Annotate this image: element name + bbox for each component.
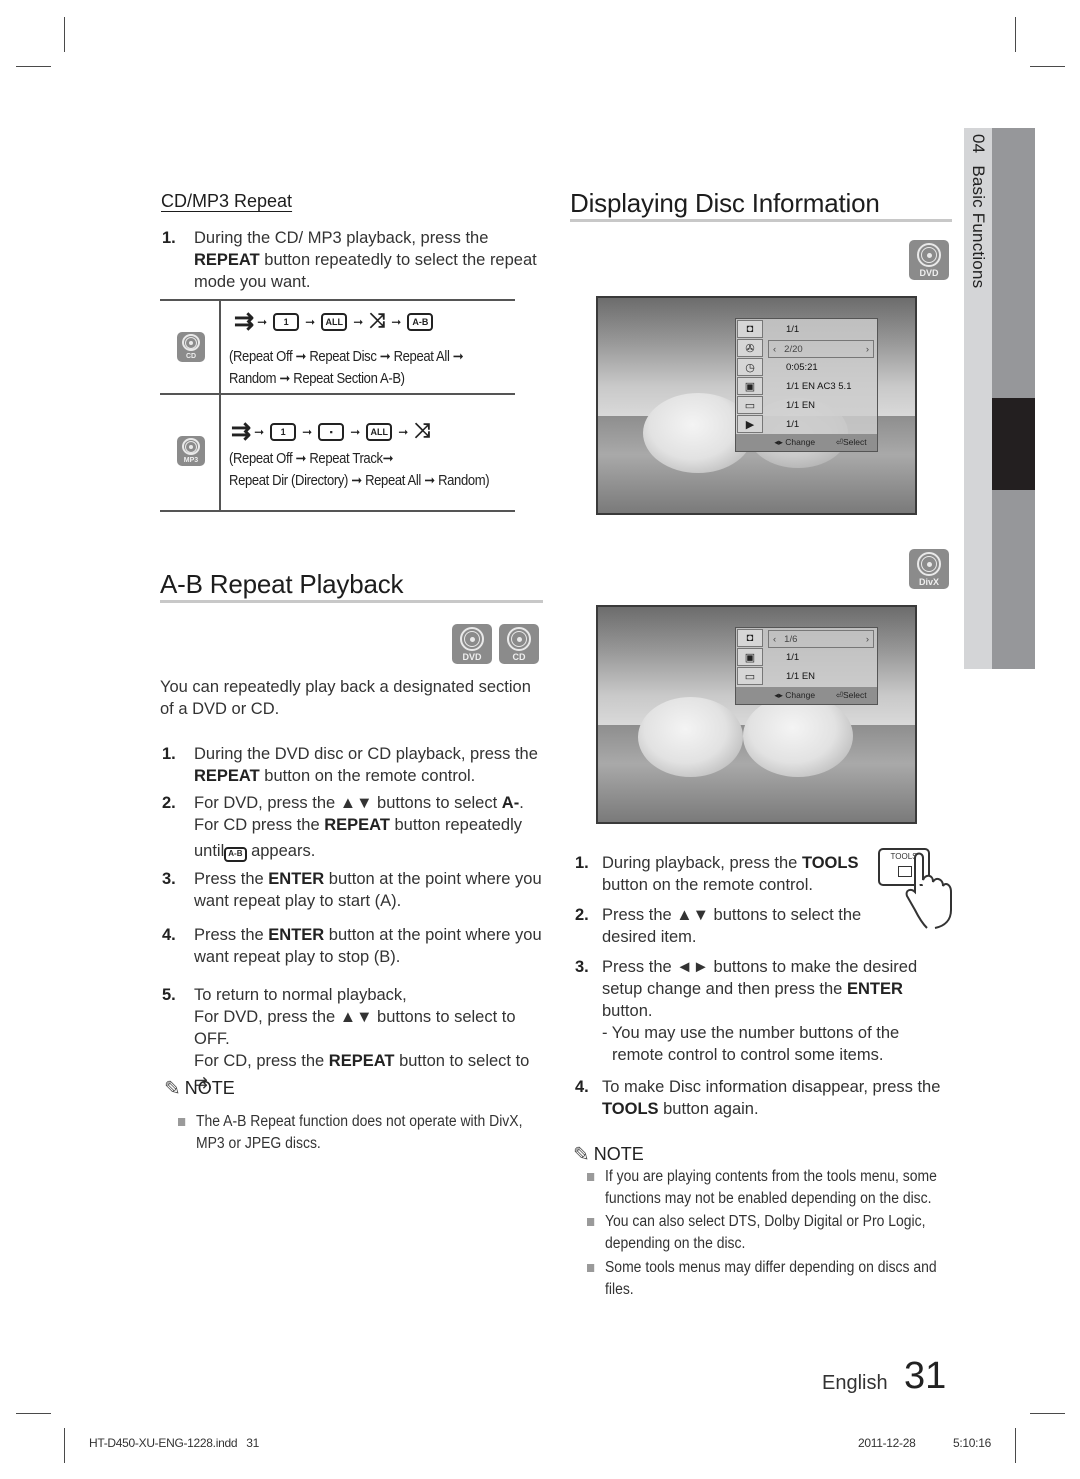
puppy-image [743, 695, 853, 777]
cd-mp3-repeat-title: CD/MP3 Repeat [161, 191, 293, 211]
repeat-all-icon: ALL [366, 422, 393, 441]
repeat-ab-icon: A-B [407, 312, 434, 331]
dvd-disc-icon: DVD [452, 624, 492, 664]
repeat-ab-icon: A-B [224, 846, 247, 862]
dvd-disc-icon: DVD [909, 240, 949, 280]
cd-disc-icon: CD [499, 624, 539, 664]
ab-step-3: 3. Press the ENTER button at the point w… [162, 870, 542, 910]
cd-mp3-step-1: 1. During the CD/ MP3 playback, press th… [162, 229, 537, 291]
crop-mark [1015, 17, 1016, 52]
ab-repeat-title: A-B Repeat Playback [160, 569, 404, 599]
info-step-3: 3. Press the ◄► buttons to make the desi… [575, 958, 918, 1064]
info-note-heading: ✎ NOTE [573, 1144, 644, 1166]
dvd-info-screenshot: ◘ ✇ ◷ ▣ ▭ ▶ 1/1 ‹ 2/20 › 0:05:21 1/1 EN AC… [596, 296, 917, 515]
cd-disc-icon: CD [177, 332, 205, 362]
mp3-mode-description: (Repeat Off ➞ Repeat Track➞ Repeat Dir (… [229, 451, 490, 489]
dvd-info-osd: ◘ ✇ ◷ ▣ ▭ ▶ 1/1 ‹ 2/20 › 0:05:21 1/1 EN AC… [735, 318, 878, 452]
footer-language: English [822, 1372, 888, 1394]
crop-mark [1015, 1428, 1016, 1463]
random-icon: ⤨ [369, 310, 386, 332]
subtitle-icon: ▭ [737, 396, 763, 414]
crop-mark [1030, 66, 1065, 67]
divx-disc-icon: DivX [909, 549, 949, 589]
angle-icon: ▶ [737, 415, 763, 433]
osd-footer: ◂▸ Change ⏎Select [736, 434, 877, 451]
chapter-icon: ✇ [737, 339, 763, 357]
title-icon: ◘ [737, 629, 763, 647]
repeat-all-icon: ALL [321, 312, 348, 331]
title-rule [160, 600, 543, 603]
osd-row-audio[interactable]: 1/1 [770, 649, 799, 667]
osd-row-time[interactable]: 0:05:21 [770, 359, 818, 377]
ab-note-item: The A-B Repeat function does not operate… [178, 1111, 534, 1155]
hand-pointer-icon [905, 852, 952, 929]
repeat-off-icon: ⇉ [234, 307, 254, 335]
cd-repeat-sequence: ⇉ ➞ 1 ➞ ALL ➞ ⤨ ➞ A-B [234, 307, 434, 335]
chapter-label: 04 Basic Functions [968, 134, 988, 288]
ab-repeat-intro: You can repeatedly play back a designate… [160, 678, 531, 718]
ab-step-2: 2. For DVD, press the ▲▼ buttons to sele… [162, 794, 524, 862]
info-step-4: 4. To make Disc information disappear, p… [575, 1078, 941, 1118]
osd-row-title[interactable]: ‹ 1/6 › [768, 630, 874, 648]
disc-info-title: Displaying Disc Information [570, 188, 880, 218]
repeat-one-icon: 1 [273, 312, 300, 331]
enter-icon: ⏎ [835, 690, 843, 700]
time-icon: ◷ [737, 358, 763, 376]
crop-mark [16, 1413, 51, 1414]
info-step-1: 1. During playback, press the TOOLS butt… [575, 854, 859, 894]
chapter-tab-marker [992, 398, 1035, 490]
osd-row-angle[interactable]: 1/1 [770, 416, 799, 434]
osd-row-audio[interactable]: 1/1 EN AC3 5.1 [770, 378, 851, 396]
mp3-repeat-sequence: ⇉ ➞ 1 ➞ ▪ ➞ ALL ➞ ⤨ [231, 417, 431, 445]
puppy-image [638, 697, 743, 777]
crop-mark [1030, 1413, 1065, 1414]
random-icon: ⤨ [414, 420, 431, 442]
mp3-disc-icon: MP3 [177, 436, 205, 466]
audio-icon: ▣ [737, 648, 763, 666]
crop-mark [64, 1428, 65, 1463]
chevron-right-icon: › [865, 344, 869, 355]
repeat-one-icon: 1 [270, 422, 297, 441]
slug-file: HT-D450-XU-ENG-1228.indd 31 [89, 1436, 260, 1450]
chevron-right-icon: › [865, 634, 869, 645]
info-note-item: If you are playing contents from the too… [587, 1166, 947, 1210]
info-step-2: 2. Press the ▲▼ buttons to select the de… [575, 906, 862, 946]
pencil-icon: ✎ [573, 1144, 590, 1166]
crop-mark [64, 17, 65, 52]
divx-info-screenshot: ◘ ▣ ▭ ‹ 1/6 › 1/1 1/1 EN ◂▸ Change ⏎Select [596, 605, 917, 824]
repeat-dir-icon: ▪ [318, 422, 345, 441]
chapter-number: 04 [969, 134, 988, 154]
ab-step-4: 4. Press the ENTER button at the point w… [162, 926, 542, 966]
title-icon: ◘ [737, 320, 763, 338]
title-rule [570, 219, 952, 222]
divx-info-osd: ◘ ▣ ▭ ‹ 1/6 › 1/1 1/1 EN ◂▸ Change ⏎Select [735, 627, 878, 705]
chapter-title: Basic Functions [969, 165, 988, 289]
pencil-icon: ✎ [164, 1078, 181, 1100]
slug-date: 2011-12-28 [858, 1436, 916, 1450]
audio-icon: ▣ [737, 377, 763, 395]
subtitle-icon: ▭ [737, 667, 763, 685]
crop-mark [16, 66, 51, 67]
cd-mode-description: (Repeat Off ➞ Repeat Disc ➞ Repeat All ➞… [229, 349, 464, 387]
repeat-off-icon: ⇉ [231, 417, 251, 445]
info-note-item: You can also select DTS, Dolby Digital o… [587, 1211, 947, 1255]
osd-row-subtitle[interactable]: 1/1 EN [770, 668, 815, 686]
osd-row-subtitle[interactable]: 1/1 EN [770, 397, 815, 415]
slug-time: 5:10:16 [953, 1436, 991, 1450]
page-number: 31 [904, 1355, 947, 1397]
osd-row-title[interactable]: 1/1 [770, 321, 799, 339]
osd-row-chapter[interactable]: ‹ 2/20 › [768, 340, 874, 358]
ab-step-1: 1. During the DVD disc or CD playback, p… [162, 745, 538, 785]
enter-icon: ⏎ [835, 437, 843, 447]
osd-footer: ◂▸ Change ⏎Select [736, 687, 877, 704]
ab-note-heading: ✎ NOTE [164, 1078, 235, 1100]
info-note-item: Some tools menus may differ depending on… [587, 1257, 947, 1301]
